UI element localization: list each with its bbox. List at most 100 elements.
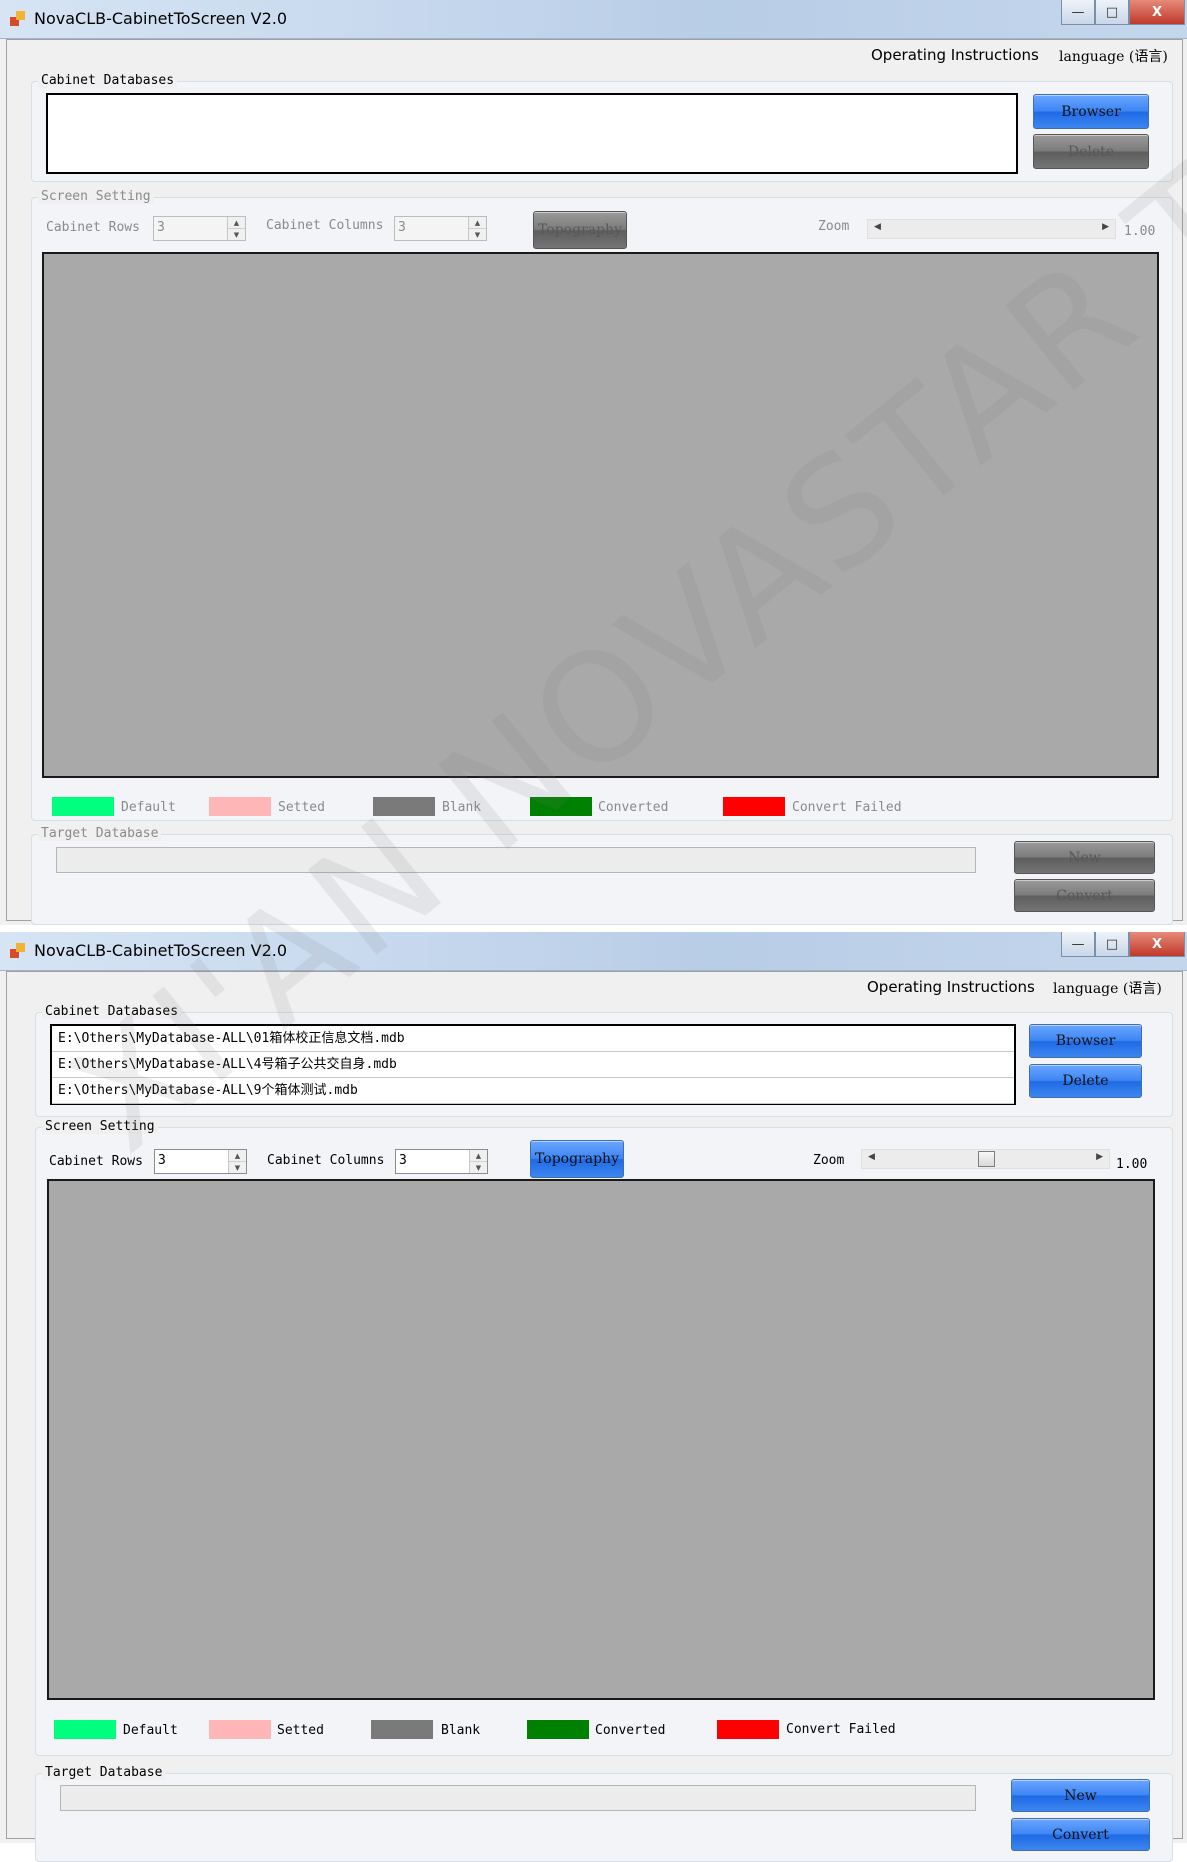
- app-icon: [10, 11, 26, 27]
- list-item[interactable]: E:\Others\MyDatabase-ALL\9个箱体测试.mdb: [52, 1078, 1014, 1104]
- database-list[interactable]: E:\Others\MyDatabase-ALL\01箱体校正信息文档.mdb …: [50, 1024, 1016, 1105]
- operating-instructions-link[interactable]: Operating Instructions: [871, 46, 1039, 64]
- screen-setting-group: Screen Setting Cabinet Rows 3 ▲ ▼ Cabinet…: [35, 1119, 1173, 1756]
- target-database-group: Target Database New Convert: [31, 826, 1173, 925]
- cabinet-columns-spinner[interactable]: 3 ▲ ▼: [394, 216, 487, 241]
- screen-setting-label: Screen Setting: [42, 1119, 158, 1134]
- window-title: NovaCLB-CabinetToScreen V2.0: [34, 941, 288, 960]
- setted-legend-label: Setted: [277, 1723, 324, 1738]
- topography-button[interactable]: Topography: [533, 211, 627, 249]
- operating-instructions-link[interactable]: Operating Instructions: [867, 978, 1035, 996]
- list-item[interactable]: E:\Others\MyDatabase-ALL\01箱体校正信息文档.mdb: [52, 1026, 1014, 1052]
- spin-up-icon[interactable]: ▲: [470, 1150, 487, 1162]
- window-controls: — □ X: [1061, 0, 1185, 26]
- slider-right-arrow-icon[interactable]: ▶: [1096, 1152, 1103, 1162]
- spin-up-icon[interactable]: ▲: [228, 217, 245, 229]
- cabinet-columns-value[interactable]: 3: [399, 1153, 407, 1168]
- converted-legend-label: Converted: [595, 1723, 666, 1738]
- zoom-label: Zoom: [813, 1153, 845, 1168]
- converted-swatch: [527, 1720, 589, 1739]
- cabinet-rows-value: 3: [157, 220, 165, 235]
- convert-failed-swatch: [717, 1720, 779, 1739]
- spin-up-icon[interactable]: ▲: [229, 1150, 246, 1162]
- cabinet-rows-label: Cabinet Rows: [49, 1154, 143, 1169]
- cabinet-columns-label: Cabinet Columns: [267, 1153, 385, 1168]
- converted-legend-label: Converted: [598, 800, 669, 815]
- browser-button[interactable]: Browser: [1033, 94, 1149, 129]
- target-database-label: Target Database: [42, 1765, 166, 1780]
- minimize-icon[interactable]: —: [1061, 932, 1095, 957]
- app-window-loaded: NovaCLB-CabinetToScreen V2.0 — □ X Opera…: [0, 932, 1187, 1862]
- language-menu[interactable]: language (语言): [1053, 978, 1162, 998]
- minimize-icon[interactable]: —: [1061, 0, 1095, 25]
- title-bar[interactable]: NovaCLB-CabinetToScreen V2.0 — □ X: [0, 932, 1187, 971]
- setted-legend-label: Setted: [278, 800, 325, 815]
- screen-canvas[interactable]: [42, 252, 1159, 778]
- setted-swatch: [209, 797, 271, 816]
- target-database-label: Target Database: [38, 826, 162, 841]
- browser-button[interactable]: Browser: [1029, 1024, 1142, 1058]
- spin-down-icon[interactable]: ▼: [228, 229, 245, 240]
- convert-failed-legend-label: Convert Failed: [792, 800, 902, 815]
- window-title: NovaCLB-CabinetToScreen V2.0: [34, 9, 288, 28]
- screen-canvas[interactable]: [47, 1179, 1155, 1700]
- close-icon[interactable]: X: [1129, 932, 1185, 957]
- target-database-group: Target Database New Convert: [35, 1765, 1173, 1862]
- converted-swatch: [530, 797, 592, 816]
- slider-right-arrow-icon[interactable]: ▶: [1102, 222, 1109, 232]
- cabinet-databases-group: Cabinet Databases E:\Others\MyDatabase-A…: [35, 1004, 1173, 1117]
- default-legend-label: Default: [121, 800, 176, 815]
- cabinet-databases-group: Cabinet Databases Browser Delete: [31, 73, 1173, 182]
- cabinet-rows-value[interactable]: 3: [158, 1153, 166, 1168]
- main-panel: Operating Instructions language (语言) Cab…: [6, 971, 1183, 1862]
- zoom-label: Zoom: [818, 219, 850, 234]
- new-button[interactable]: New: [1011, 1779, 1150, 1812]
- setted-swatch: [209, 1720, 271, 1739]
- convert-button[interactable]: Convert: [1011, 1818, 1150, 1851]
- convert-failed-legend-label: Convert Failed: [786, 1722, 896, 1737]
- convert-failed-swatch: [723, 797, 785, 816]
- database-list[interactable]: [46, 93, 1018, 174]
- title-bar[interactable]: NovaCLB-CabinetToScreen V2.0 — □ X: [0, 0, 1187, 39]
- language-menu[interactable]: language (语言): [1059, 46, 1168, 66]
- zoom-slider[interactable]: ◀ ▶: [867, 219, 1116, 239]
- spin-down-icon[interactable]: ▼: [470, 1162, 487, 1173]
- close-icon[interactable]: X: [1129, 0, 1185, 25]
- window-controls: — □ X: [1061, 932, 1185, 958]
- default-legend-label: Default: [123, 1723, 178, 1738]
- cabinet-columns-label: Cabinet Columns: [266, 218, 384, 233]
- default-swatch: [52, 797, 114, 816]
- screen-setting-label: Screen Setting: [38, 189, 154, 204]
- delete-button[interactable]: Delete: [1029, 1064, 1142, 1098]
- cabinet-columns-value: 3: [398, 220, 406, 235]
- screen-setting-group: Screen Setting Cabinet Rows 3 ▲ ▼ Cabinet…: [31, 189, 1173, 821]
- target-database-path[interactable]: [60, 1785, 976, 1811]
- new-button[interactable]: New: [1014, 841, 1155, 874]
- cabinet-rows-label: Cabinet Rows: [46, 220, 140, 235]
- zoom-value: 1.00: [1116, 1157, 1148, 1172]
- blank-legend-label: Blank: [441, 1723, 481, 1738]
- spin-up-icon[interactable]: ▲: [469, 217, 486, 229]
- cabinet-rows-spinner[interactable]: 3 ▲ ▼: [153, 216, 246, 241]
- slider-left-arrow-icon[interactable]: ◀: [874, 222, 881, 232]
- cabinet-rows-spinner[interactable]: 3 ▲ ▼: [154, 1149, 247, 1174]
- zoom-slider-thumb[interactable]: [978, 1151, 995, 1167]
- blank-swatch: [371, 1720, 433, 1739]
- spin-down-icon[interactable]: ▼: [229, 1162, 246, 1173]
- maximize-icon[interactable]: □: [1095, 0, 1129, 25]
- target-database-path[interactable]: [56, 847, 976, 873]
- maximize-icon[interactable]: □: [1095, 932, 1129, 957]
- main-panel: Operating Instructions language (语言) Cab…: [6, 39, 1183, 925]
- app-icon: [10, 943, 26, 959]
- slider-left-arrow-icon[interactable]: ◀: [868, 1152, 875, 1162]
- delete-button[interactable]: Delete: [1033, 134, 1149, 169]
- cabinet-columns-spinner[interactable]: 3 ▲ ▼: [395, 1149, 488, 1174]
- blank-swatch: [373, 797, 435, 816]
- list-item[interactable]: E:\Others\MyDatabase-ALL\4号箱子公共交自身.mdb: [52, 1052, 1014, 1078]
- convert-button[interactable]: Convert: [1014, 879, 1155, 912]
- zoom-value: 1.00: [1124, 224, 1156, 239]
- topography-button[interactable]: Topography: [530, 1140, 624, 1178]
- blank-legend-label: Blank: [442, 800, 482, 815]
- zoom-slider[interactable]: ◀ ▶: [861, 1149, 1110, 1169]
- spin-down-icon[interactable]: ▼: [469, 229, 486, 240]
